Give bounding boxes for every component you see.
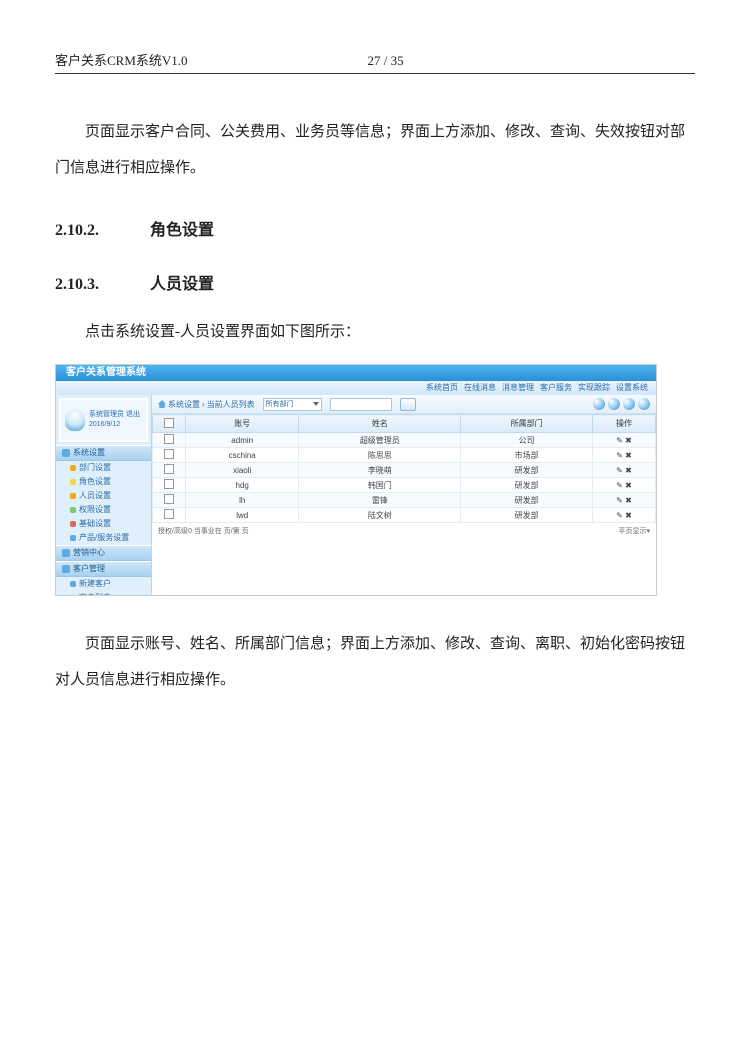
sidebar: 系统管理员 退出 2016/9/12 系统设置部门设置角色设置人员设置权限设置基… [56, 395, 152, 595]
page-number: 27 / 35 [368, 53, 404, 69]
row-actions[interactable]: ✎ ✖ [593, 508, 656, 523]
bullet-icon [70, 595, 76, 596]
crm-screenshot: 客户关系管理系统 系统首页在线消息消息管理客户服务实现跟踪设置系统 系统管理员 … [55, 364, 657, 596]
table-row[interactable]: lh雷锋研发部✎ ✖ [153, 493, 656, 508]
bullet-icon [70, 535, 76, 541]
nav-group-head[interactable]: 客户管理 [56, 561, 151, 577]
table-row[interactable]: cschina陈思思市场部✎ ✖ [153, 448, 656, 463]
topnav-link[interactable]: 在线消息 [464, 383, 496, 392]
page-header: 客户关系CRM系统V1.0 27 / 35 [55, 50, 695, 74]
checkbox[interactable] [164, 464, 174, 474]
sidebar-item[interactable]: 基础设置 [56, 517, 151, 531]
col-header: 姓名 [299, 415, 461, 433]
dept-select[interactable]: 所有部门 [263, 398, 322, 411]
bullet-icon [70, 479, 76, 485]
checkbox[interactable] [164, 434, 174, 444]
top-nav: 系统首页在线消息消息管理客户服务实现跟踪设置系统 [56, 381, 656, 395]
user-box: 系统管理员 退出 2016/9/12 [59, 398, 148, 442]
folder-icon [62, 565, 70, 573]
table-row[interactable]: xiaoli李晓萌研发部✎ ✖ [153, 463, 656, 478]
sidebar-item[interactable]: 角色设置 [56, 475, 151, 489]
paragraph-1: 页面显示客户合同、公关费用、业务员等信息；界面上方添加、修改、查询、失效按钮对部… [55, 114, 695, 186]
col-header: 账号 [186, 415, 299, 433]
folder-icon [62, 449, 70, 457]
table-row[interactable]: admin超级管理员公司✎ ✖ [153, 433, 656, 448]
prev-page-button[interactable] [608, 398, 620, 410]
bullet-icon [70, 521, 76, 527]
bullet-icon [70, 493, 76, 499]
doc-title: 客户关系CRM系统V1.0 [55, 50, 188, 69]
avatar [65, 409, 85, 431]
table-row[interactable]: hdg韩国门研发部✎ ✖ [153, 478, 656, 493]
sidebar-item[interactable]: 客户列表 [56, 591, 151, 596]
bullet-icon [70, 581, 76, 587]
sidebar-item[interactable]: 权限设置 [56, 503, 151, 517]
row-actions[interactable]: ✎ ✖ [593, 433, 656, 448]
checkbox[interactable] [164, 494, 174, 504]
table-footer: 授权/高级0 当事业在 页/第 页 平页显示▾ [152, 523, 656, 539]
checkbox[interactable] [164, 418, 174, 428]
paragraph-2: 点击系统设置-人员设置界面如下图所示： [55, 314, 695, 350]
row-actions[interactable]: ✎ ✖ [593, 493, 656, 508]
home-icon[interactable] [158, 400, 166, 408]
table-row[interactable]: lwd陆文树研发部✎ ✖ [153, 508, 656, 523]
paragraph-3: 页面显示账号、姓名、所属部门信息；界面上方添加、修改、查询、离职、初始化密码按钮… [55, 626, 695, 698]
col-header [153, 415, 186, 433]
chevron-down-icon [313, 402, 319, 406]
next-page-button[interactable] [623, 398, 635, 410]
sidebar-item[interactable]: 新建客户 [56, 577, 151, 591]
pager [593, 398, 650, 410]
topnav-link[interactable]: 系统首页 [426, 383, 458, 392]
page-size-select[interactable]: 平页显示▾ [618, 526, 650, 536]
bullet-icon [70, 465, 76, 471]
row-actions[interactable]: ✎ ✖ [593, 478, 656, 493]
app-title: 客户关系管理系统 [56, 365, 656, 381]
heading-2-10-3: 2.10.3.人员设置 [55, 270, 695, 294]
row-actions[interactable]: ✎ ✖ [593, 463, 656, 478]
search-input[interactable] [330, 398, 392, 411]
col-header: 所属部门 [461, 415, 593, 433]
heading-2-10-2: 2.10.2.角色设置 [55, 216, 695, 240]
checkbox[interactable] [164, 449, 174, 459]
breadcrumb: 系统设置 › 当前人员列表 [158, 399, 255, 410]
last-page-button[interactable] [638, 398, 650, 410]
topnav-link[interactable]: 消息管理 [502, 383, 534, 392]
topnav-link[interactable]: 实现跟踪 [578, 383, 610, 392]
user-name[interactable]: 系统管理员 退出 [89, 410, 140, 420]
sidebar-item[interactable]: 人员设置 [56, 489, 151, 503]
first-page-button[interactable] [593, 398, 605, 410]
row-actions[interactable]: ✎ ✖ [593, 448, 656, 463]
checkbox[interactable] [164, 479, 174, 489]
bullet-icon [70, 507, 76, 513]
topnav-link[interactable]: 设置系统 [616, 383, 648, 392]
nav-group-head[interactable]: 营销中心 [56, 545, 151, 561]
toolbar: 系统设置 › 当前人员列表 所有部门 [152, 395, 656, 414]
col-header: 操作 [593, 415, 656, 433]
folder-icon [62, 549, 70, 557]
search-button[interactable] [400, 398, 416, 411]
sidebar-item[interactable]: 部门设置 [56, 461, 151, 475]
sidebar-item[interactable]: 产品/服务设置 [56, 531, 151, 545]
user-date: 2016/9/12 [89, 420, 140, 430]
topnav-link[interactable]: 客户服务 [540, 383, 572, 392]
checkbox[interactable] [164, 509, 174, 519]
nav-group-head[interactable]: 系统设置 [56, 445, 151, 461]
user-table: 账号姓名所属部门操作 admin超级管理员公司✎ ✖cschina陈思思市场部✎… [152, 414, 656, 523]
